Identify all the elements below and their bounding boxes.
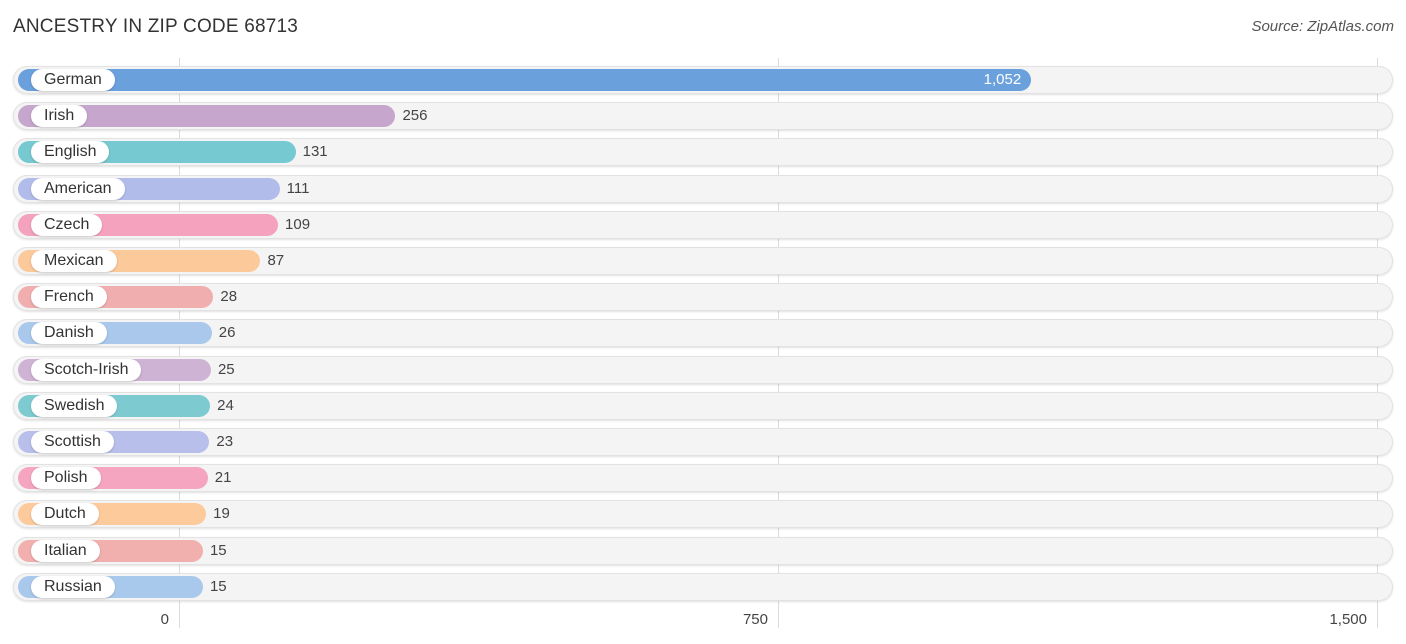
value-label: 24	[217, 396, 234, 414]
category-label: German	[31, 69, 115, 91]
value-label: 256	[402, 107, 428, 125]
x-tick-label: 0	[160, 611, 169, 628]
value-label: 109	[285, 215, 311, 233]
bar-chart: 0 750 1,500 German 1,052 Irish 256 English 131 Am…	[0, 0, 1406, 644]
category-label: American	[31, 177, 125, 200]
x-tick-label: 1,500	[1329, 611, 1367, 628]
value-label: 26	[218, 324, 236, 342]
value-label: 23	[216, 433, 234, 450]
bar[interactable]	[18, 69, 1032, 91]
category-label: Russian	[31, 575, 115, 598]
category-label: French	[31, 286, 107, 309]
category-label: Scottish	[31, 431, 114, 453]
value-label: 15	[209, 541, 227, 559]
value-label: 131	[302, 143, 328, 161]
value-label: 1,052	[983, 71, 1022, 88]
value-label: 28	[220, 288, 238, 306]
category-label: Swedish	[31, 394, 118, 417]
value-label: 21	[214, 469, 232, 487]
category-label: Dutch	[31, 503, 99, 526]
category-label: English	[31, 141, 110, 164]
category-label: Italian	[31, 539, 100, 562]
category-label: Czech	[31, 213, 103, 236]
category-label: Irish	[31, 105, 88, 128]
category-label: Polish	[31, 467, 101, 490]
value-label: 111	[286, 179, 310, 197]
value-label: 19	[213, 505, 230, 523]
category-label: Mexican	[31, 250, 117, 272]
value-label: 25	[217, 360, 235, 378]
value-label: 15	[209, 577, 227, 595]
category-label: Danish	[31, 322, 107, 345]
category-label: Scotch-Irish	[31, 358, 142, 381]
value-label: 87	[267, 252, 285, 269]
x-tick-label: 750	[742, 611, 768, 628]
